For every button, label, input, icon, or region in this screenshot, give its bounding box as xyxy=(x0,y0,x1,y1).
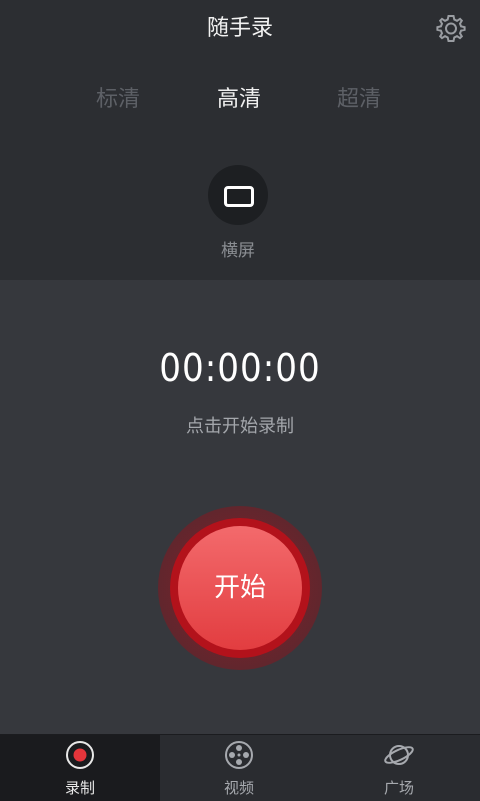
film-reel-icon xyxy=(225,741,253,769)
planet-icon xyxy=(384,745,414,765)
tab-videos[interactable]: 视频 xyxy=(159,735,319,801)
tab-videos-label: 视频 xyxy=(223,779,254,797)
quality-option-uhd[interactable]: 超清 xyxy=(299,80,419,120)
tab-square[interactable]: 广场 xyxy=(319,735,479,801)
tab-square-label: 广场 xyxy=(383,779,414,797)
bottom-tab-bar: 录制 视频 广场 xyxy=(0,734,480,801)
quality-option-hd[interactable]: 高清 xyxy=(179,80,299,120)
start-record-label: 开始 xyxy=(178,526,302,650)
orientation-toggle-button[interactable] xyxy=(208,165,268,225)
quality-option-sd[interactable]: 标清 xyxy=(58,80,178,120)
record-hint: 点击开始录制 xyxy=(186,416,294,437)
record-timer: 00:00:00 xyxy=(159,346,321,390)
start-record-button[interactable]: 开始 xyxy=(170,518,310,658)
tab-record-label: 录制 xyxy=(64,779,95,797)
landscape-icon xyxy=(224,186,254,207)
tab-record[interactable]: 录制 xyxy=(0,735,160,801)
settings-gear-icon[interactable] xyxy=(436,13,466,43)
orientation-label: 横屏 xyxy=(221,241,255,261)
record-icon xyxy=(66,741,94,769)
app-title: 随手录 xyxy=(206,16,273,41)
top-panel: 随手录 标清 高清 超清 横屏 xyxy=(0,0,480,280)
